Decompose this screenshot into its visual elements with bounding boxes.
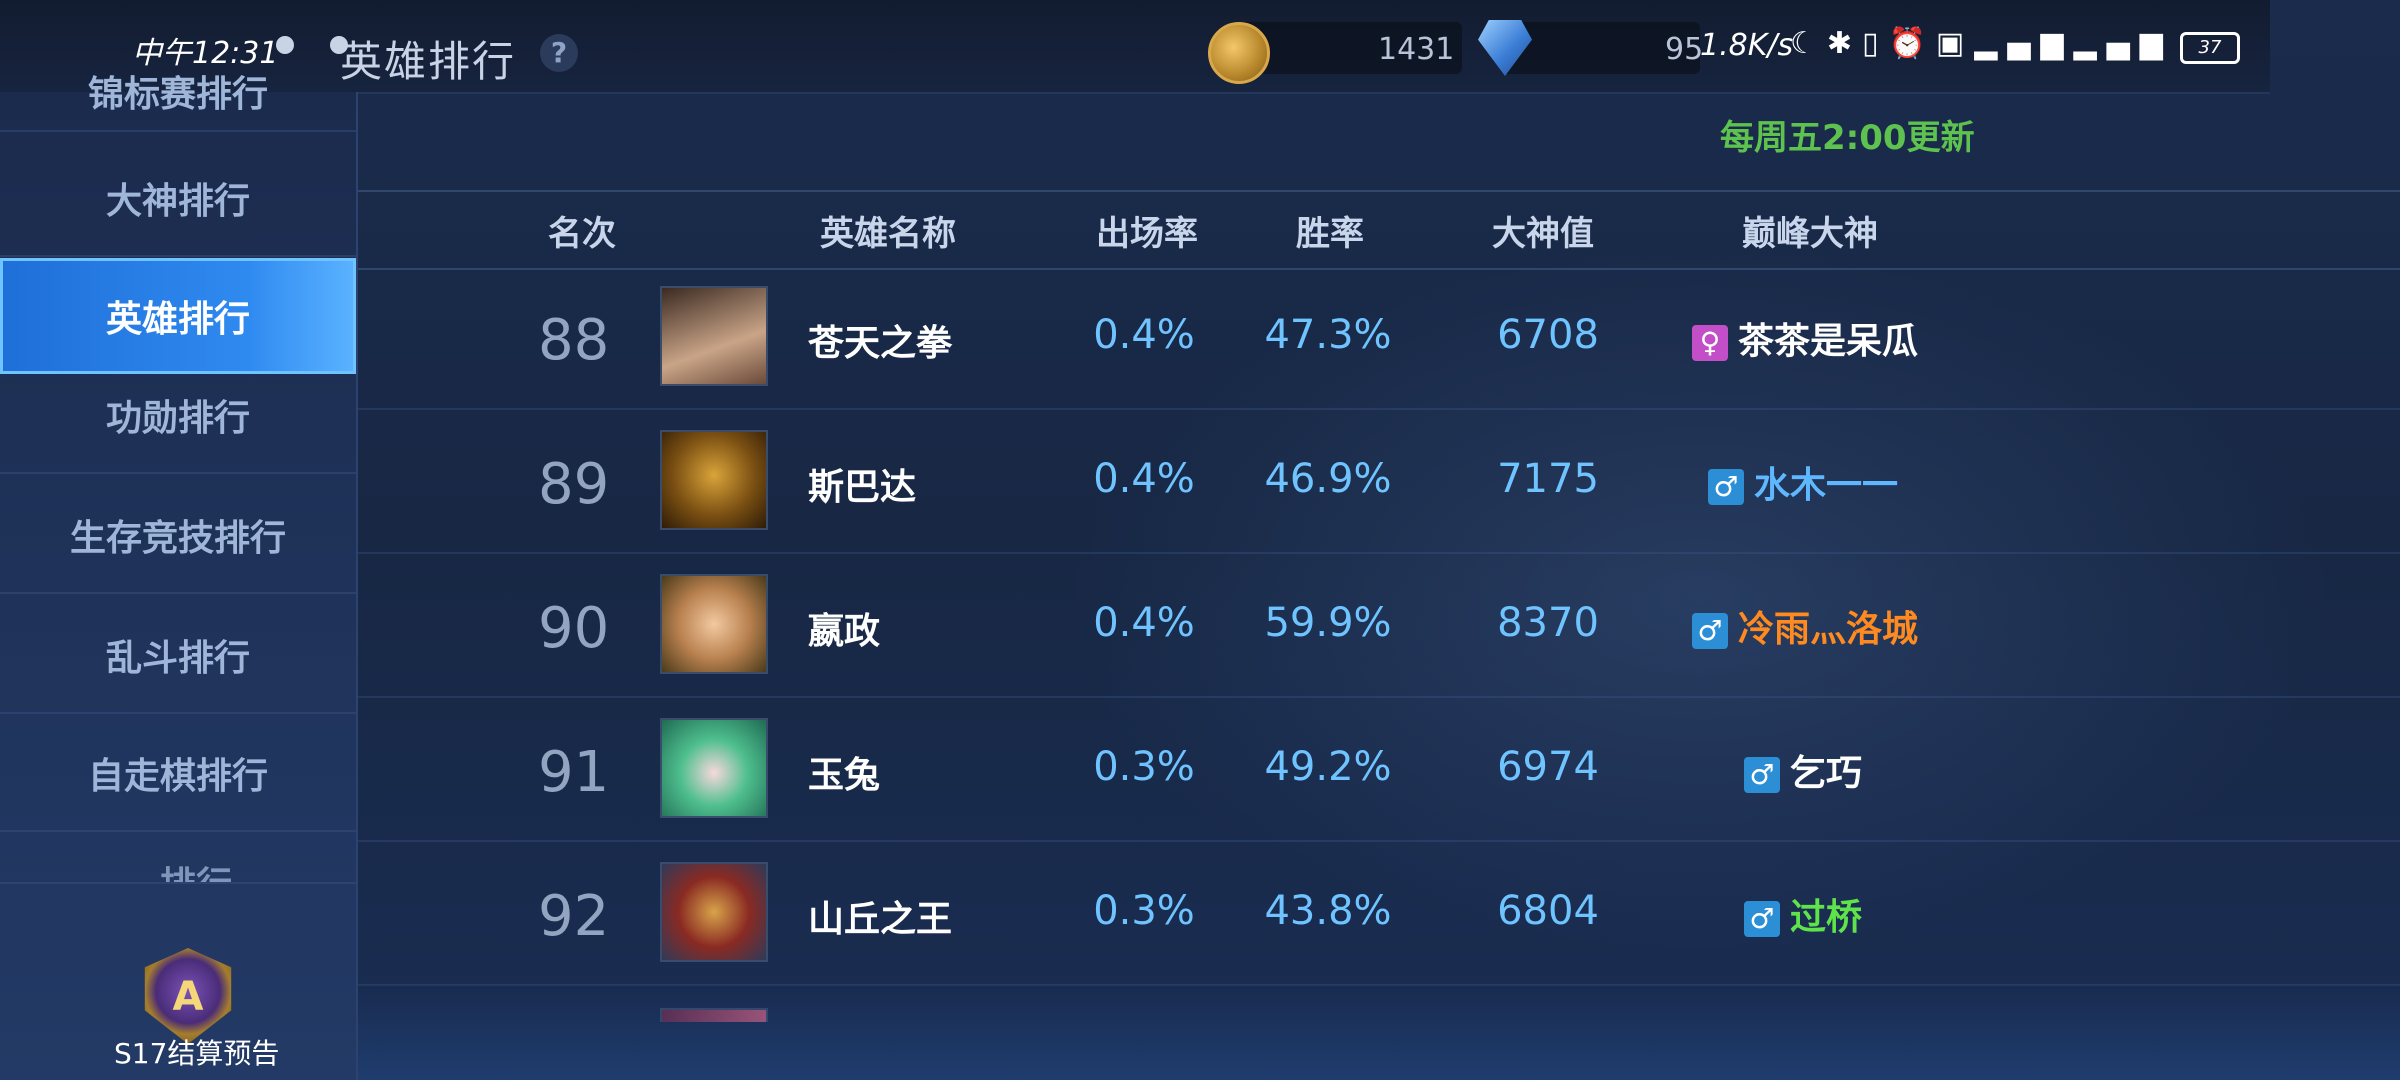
divider	[358, 190, 2400, 192]
hero-name: 嬴政	[808, 611, 881, 652]
hero-avatar[interactable]	[660, 718, 768, 818]
update-note: 每周五2:00更新	[1720, 118, 1975, 158]
top-player[interactable]: ♂ 乞巧	[1744, 744, 1862, 796]
win-rate: 59.9%	[1264, 600, 1392, 646]
appearance-rate: 0.3%	[1093, 888, 1195, 934]
hero-avatar[interactable]	[660, 574, 768, 674]
player-name: 乞巧	[1790, 753, 1863, 794]
god-value: 8370	[1497, 600, 1599, 646]
hero-avatar[interactable]	[660, 286, 768, 386]
player-name: 茶茶是呆瓜	[1738, 321, 1919, 362]
appearance-rate: 0.4%	[1093, 312, 1195, 358]
sidebar-item-merit[interactable]: 功勋排行	[0, 358, 356, 474]
top-player[interactable]: ♂ 冷雨灬洛城	[1692, 600, 1918, 652]
male-icon: ♂	[1708, 469, 1744, 505]
alarm-icon: ⏰	[1888, 26, 1936, 61]
god-value: 6804	[1497, 888, 1599, 934]
sidebar-item-survival[interactable]: 生存竞技排行	[0, 478, 356, 594]
hero-name: 苍天之拳	[808, 323, 953, 364]
hero-name: 山丘之王	[808, 899, 953, 940]
appearance-rate: 0.3%	[1093, 744, 1195, 790]
male-icon: ♂	[1744, 901, 1780, 937]
god-value: 6974	[1497, 744, 1599, 790]
table-row[interactable]: 91 玉兔 0.3% 49.2% 6974 ♂ 乞巧	[358, 696, 2400, 842]
hero-name: 玉兔	[808, 755, 881, 796]
top-player[interactable]: ♂ 过桥	[1744, 888, 1862, 940]
bottom-fade	[358, 985, 2400, 1080]
sidebar-item-tournament[interactable]: 锦标赛排行	[0, 52, 356, 132]
male-icon: ♂	[1692, 613, 1728, 649]
god-value: 6708	[1497, 312, 1599, 358]
col-header-god-value: 大神值	[1492, 214, 1594, 254]
table-row[interactable]: 92 山丘之王 0.3% 43.8% 6804 ♂ 过桥	[358, 840, 2400, 986]
hero-avatar[interactable]	[660, 430, 768, 530]
sidebar-item-masters[interactable]: 大神排行	[0, 141, 356, 257]
win-rate: 47.3%	[1264, 312, 1392, 358]
col-header-hero: 英雄名称	[820, 214, 956, 254]
bluetooth-icon: ✱	[1826, 26, 1863, 61]
coin-icon	[1208, 22, 1270, 84]
player-name: 水木一一	[1754, 465, 1899, 506]
hero-name: 斯巴达	[808, 467, 917, 508]
table-row[interactable]: 88 苍天之拳 0.4% 47.3% 6708 ♀ 茶茶是呆瓜	[358, 264, 2400, 410]
male-icon: ♂	[1744, 757, 1780, 793]
sidebar-item-autochess[interactable]: 自走棋排行	[0, 716, 356, 832]
vibrate-icon: ▯	[1862, 26, 1889, 61]
top-player[interactable]: ♀ 茶茶是呆瓜	[1692, 312, 1918, 364]
signal-icon-2: ▂▄▆	[2073, 26, 2173, 61]
table-row[interactable]: 89 斯巴达 0.4% 46.9% 7175 ♂ 水木一一	[358, 408, 2400, 554]
col-header-appearance: 出场率	[1096, 214, 1198, 254]
diamond-amount: 95	[1665, 32, 1704, 67]
win-rate: 46.9%	[1264, 456, 1392, 502]
battery-icon: 37	[2180, 32, 2240, 64]
coin-amount: 1431	[1378, 32, 1455, 67]
page-title: 英雄排行	[340, 37, 517, 86]
top-player[interactable]: ♂ 水木一一	[1708, 456, 1898, 508]
col-header-winrate: 胜率	[1296, 214, 1364, 254]
sidebar-item-heroes[interactable]: 英雄排行	[0, 258, 356, 374]
col-header-rank: 名次	[548, 214, 616, 254]
moon-icon: ☾	[1790, 26, 1827, 61]
player-name: 冷雨灬洛城	[1738, 609, 1919, 650]
table-row[interactable]: 90 嬴政 0.4% 59.9% 8370 ♂ 冷雨灬洛城	[358, 552, 2400, 698]
god-value: 7175	[1497, 456, 1599, 502]
appearance-rate: 0.4%	[1093, 600, 1195, 646]
player-name: 过桥	[1790, 897, 1863, 938]
win-rate: 43.8%	[1264, 888, 1392, 934]
hd-icon: ▣	[1935, 26, 1975, 61]
help-button[interactable]: ?	[540, 34, 578, 72]
appearance-rate: 0.4%	[1093, 456, 1195, 502]
female-icon: ♀	[1692, 325, 1728, 361]
status-icons: ☾✱▯⏰▣▂▄▆▂▄▆	[1790, 26, 2173, 61]
sidebar-item-more[interactable]: …排行	[0, 834, 356, 884]
season-label[interactable]: S17结算预告	[114, 1032, 279, 1072]
sidebar: 锦标赛排行 大神排行 英雄排行 功勋排行 生存竞技排行 乱斗排行 自走棋排行 ……	[0, 74, 358, 1080]
col-header-top-player: 巅峰大神	[1742, 214, 1878, 254]
signal-icon: ▂▄▆	[1974, 26, 2074, 61]
win-rate: 49.2%	[1264, 744, 1392, 790]
hero-avatar[interactable]	[660, 862, 768, 962]
sidebar-item-brawl[interactable]: 乱斗排行	[0, 598, 356, 714]
net-speed: 1.8K/s	[1700, 28, 1794, 63]
